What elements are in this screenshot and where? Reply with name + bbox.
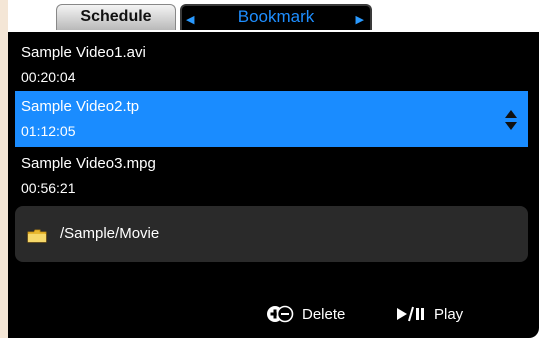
tab-bar: Schedule ◀ Bookmark ▶ — [8, 0, 539, 32]
item-name: Sample Video1.avi — [21, 44, 146, 61]
play-button[interactable]: Play — [396, 303, 463, 325]
play-pause-icon — [397, 306, 424, 322]
delete-label: Delete — [302, 305, 346, 323]
item-time: 01:12:05 — [21, 123, 76, 139]
tab-prev-arrow-icon[interactable]: ◀ — [186, 9, 194, 31]
tab-next-arrow-icon[interactable]: ▶ — [356, 9, 364, 31]
folder-icon — [27, 229, 47, 243]
side-frame — [0, 0, 8, 338]
add-remove-icon — [267, 305, 294, 323]
tab-bookmark-label: Bookmark — [237, 7, 315, 26]
item-name: Sample Video3.mpg — [21, 155, 156, 172]
tab-schedule[interactable]: Schedule — [56, 4, 176, 30]
tab-bookmark[interactable]: ◀ Bookmark ▶ — [180, 4, 372, 30]
scroll-up-down-icon[interactable] — [504, 109, 518, 131]
play-label: Play — [434, 305, 464, 323]
path-box[interactable]: /Sample/Movie — [15, 206, 528, 262]
action-bar: Delete Play — [8, 300, 539, 330]
item-time: 00:56:21 — [21, 180, 76, 196]
list-item[interactable]: Sample Video1.avi 00:20:04 — [15, 37, 528, 93]
tab-schedule-label: Schedule — [80, 8, 152, 25]
item-name: Sample Video2.tp — [21, 98, 140, 115]
delete-button[interactable]: Delete — [266, 303, 345, 325]
list-item[interactable]: Sample Video3.mpg 00:56:21 — [15, 148, 528, 204]
item-time: 00:20:04 — [21, 69, 76, 85]
bookmark-panel: Schedule ◀ Bookmark ▶ Sample Video1.avi … — [8, 0, 539, 338]
current-path: /Sample/Movie — [60, 225, 160, 242]
list-item-selected[interactable]: Sample Video2.tp 01:12:05 — [15, 91, 528, 147]
